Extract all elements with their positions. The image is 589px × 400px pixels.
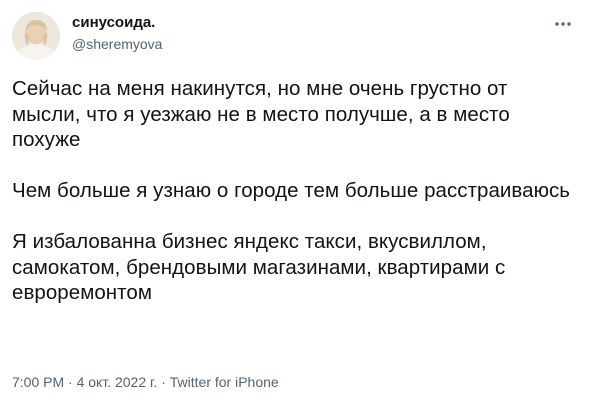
meta-separator-2: ·: [157, 374, 170, 390]
tweet-text: Сейчас на меня накинутся, но мне очень г…: [12, 76, 577, 306]
author-display-name[interactable]: синусоида.: [72, 13, 162, 33]
author-handle[interactable]: @sheremyova: [72, 35, 162, 54]
avatar-photo: [12, 12, 60, 60]
tweet-source[interactable]: Twitter for iPhone: [170, 374, 279, 390]
tweet-paragraph-1: Сейчас на меня накинутся, но мне очень г…: [12, 77, 510, 151]
more-dots-icon: [555, 22, 571, 26]
more-options-button[interactable]: [549, 12, 577, 36]
avatar[interactable]: [12, 12, 60, 60]
tweet-time[interactable]: 7:00 PM: [12, 374, 64, 390]
tweet-date[interactable]: 4 окт. 2022 г.: [77, 374, 158, 390]
meta-separator-1: ·: [64, 374, 77, 390]
tweet-paragraph-2: Чем больше я узнаю о городе тем больше р…: [12, 179, 571, 202]
tweet-metadata: 7:00 PM · 4 окт. 2022 г. · Twitter for i…: [12, 373, 279, 391]
tweet-card: синусоида. @sheremyova Сейчас на меня на…: [0, 0, 589, 400]
author-info: синусоида. @sheremyova: [72, 13, 162, 54]
tweet-paragraph-3: Я избалованна бизнес яндекс такси, вкусв…: [12, 230, 506, 304]
